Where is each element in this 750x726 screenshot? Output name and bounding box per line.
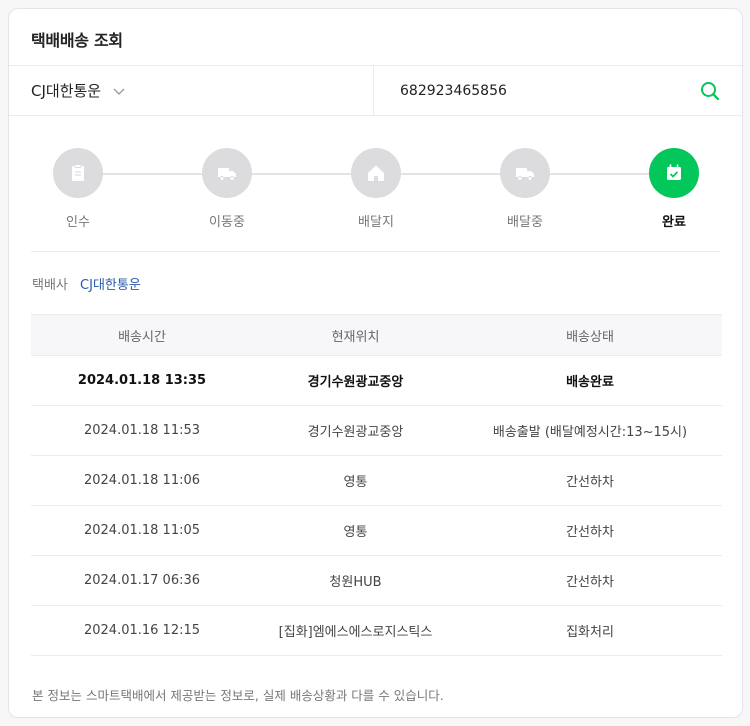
step-received: 인수 xyxy=(38,148,118,230)
step-in-transit: 이동중 xyxy=(187,148,267,230)
row-location: [집화]엠에스에스로지스틱스 xyxy=(253,605,458,656)
table-row: 2024.01.16 12:15 [집화]엠에스에스로지스틱스 집화처리 xyxy=(31,605,722,656)
row-time: 2024.01.17 06:36 xyxy=(31,555,253,606)
chevron-down-icon xyxy=(113,88,125,95)
carrier-info-value[interactable]: CJ대한통운 xyxy=(80,278,141,293)
disclaimer-text: 본 정보는 스마트택배에서 제공받는 정보로, 실제 배송상황과 다를 수 있습… xyxy=(32,688,444,703)
table-row: 2024.01.18 11:06 영통 간선하차 xyxy=(31,455,722,506)
step-label: 배달중 xyxy=(507,215,543,230)
header-status: 배송상태 xyxy=(458,314,722,356)
row-time: 2024.01.18 11:05 xyxy=(31,505,253,556)
truck-icon xyxy=(218,168,236,181)
row-time: 2024.01.18 11:53 xyxy=(31,405,253,456)
step-label: 완료 xyxy=(662,215,686,230)
row-status: 집화처리 xyxy=(458,605,722,656)
step-circle xyxy=(53,148,103,198)
step-label: 이동중 xyxy=(209,215,245,230)
header-location: 현재위치 xyxy=(253,314,458,356)
step-circle xyxy=(649,148,699,198)
row-location: 영통 xyxy=(253,505,458,556)
table-row: 2024.01.18 13:35 경기수원광교중앙 배송완료 xyxy=(31,355,722,406)
step-label: 인수 xyxy=(66,215,90,230)
header-time: 배송시간 xyxy=(31,314,253,356)
step-circle xyxy=(351,148,401,198)
tracking-table: 배송시간 현재위치 배송상태 2024.01.18 13:35 경기수원광교중앙… xyxy=(31,314,722,656)
table-row: 2024.01.18 11:53 경기수원광교중앙 배송출발 (배달예정시간:1… xyxy=(31,405,722,456)
row-location: 경기수원광교중앙 xyxy=(253,355,458,406)
table-row: 2024.01.18 11:05 영통 간선하차 xyxy=(31,505,722,556)
carrier-info: 택배사 CJ대한통운 xyxy=(9,252,742,314)
row-time: 2024.01.16 12:15 xyxy=(31,605,253,656)
tracking-number-input[interactable] xyxy=(400,82,680,99)
step-out-for-delivery: 배달중 xyxy=(485,148,565,230)
step-circle xyxy=(202,148,252,198)
row-location: 영통 xyxy=(253,455,458,506)
step-completed: 완료 xyxy=(634,148,714,230)
table-row: 2024.01.17 06:36 청원HUB 간선하차 xyxy=(31,555,722,606)
delivery-progress: 인수 이동중 배달지 배달중 완료 xyxy=(31,116,720,252)
receipt-icon xyxy=(72,164,84,181)
delivery-tracking-card: 택배배송 조회 CJ대한통운 인수 xyxy=(8,8,743,718)
search-row: CJ대한통운 xyxy=(9,65,742,116)
row-time: 2024.01.18 11:06 xyxy=(31,455,253,506)
carrier-select-value: CJ대한통운 xyxy=(31,82,102,100)
step-label: 배달지 xyxy=(358,215,394,230)
carrier-info-label: 택배사 xyxy=(32,278,68,293)
card-title: 택배배송 조회 xyxy=(31,31,123,50)
step-destination: 배달지 xyxy=(336,148,416,230)
delivery-truck-icon xyxy=(516,168,534,181)
step-circle xyxy=(500,148,550,198)
row-status: 간선하차 xyxy=(458,555,722,606)
house-icon xyxy=(368,165,384,181)
row-location: 청원HUB xyxy=(253,555,458,606)
row-status: 간선하차 xyxy=(458,505,722,556)
tracking-field xyxy=(374,66,742,115)
check-calendar-icon xyxy=(667,164,681,180)
row-location: 경기수원광교중앙 xyxy=(253,405,458,456)
row-time: 2024.01.18 13:35 xyxy=(31,355,253,406)
search-icon[interactable] xyxy=(698,79,722,103)
carrier-select[interactable]: CJ대한통운 xyxy=(9,66,374,115)
row-status: 간선하차 xyxy=(458,455,722,506)
row-status: 배송완료 xyxy=(458,355,722,406)
table-header-row: 배송시간 현재위치 배송상태 xyxy=(31,314,722,356)
row-status: 배송출발 (배달예정시간:13~15시) xyxy=(458,405,722,456)
